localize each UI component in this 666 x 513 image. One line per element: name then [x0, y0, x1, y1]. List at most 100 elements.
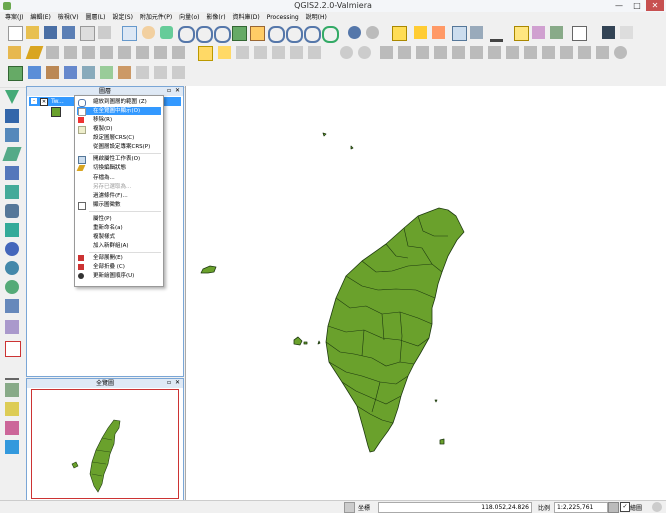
add-mssql-tool-icon[interactable] — [5, 166, 19, 180]
map-canvas[interactable] — [185, 86, 666, 500]
add-vector-layer-icon[interactable] — [28, 66, 41, 79]
reshape-icon[interactable] — [488, 46, 501, 59]
delete-part-icon[interactable] — [470, 46, 483, 59]
add-oracle-icon[interactable] — [118, 66, 131, 79]
zoom-last-icon[interactable] — [286, 26, 303, 43]
composer-manager-icon[interactable] — [98, 26, 111, 39]
print-composer-icon[interactable] — [80, 26, 95, 41]
save-as-icon[interactable] — [62, 26, 75, 39]
bookmark-icon[interactable] — [532, 26, 545, 39]
change-label-icon[interactable] — [308, 46, 321, 59]
new-temp-layer-icon[interactable] — [5, 383, 19, 397]
maximize-button[interactable]: □ — [628, 0, 646, 11]
remove-item[interactable]: 移除(R) — [77, 116, 161, 124]
split-parts-icon[interactable] — [542, 46, 555, 59]
close-button[interactable]: ✕ — [646, 0, 664, 11]
add-ring-icon[interactable] — [416, 46, 429, 59]
save-as-item[interactable]: 存檔為... — [77, 174, 161, 182]
zoom-full-icon[interactable] — [232, 26, 247, 41]
label-icon[interactable] — [198, 46, 213, 61]
add-db2-tool-icon[interactable] — [5, 204, 19, 218]
save-project-icon[interactable] — [44, 26, 57, 39]
show-in-overview-item[interactable]: 在全覽圖中顯示(O) — [77, 107, 161, 116]
render-checkbox[interactable]: ✓ — [620, 502, 630, 512]
add-feature-icon[interactable] — [64, 46, 77, 59]
add-wms-tool-icon[interactable] — [5, 223, 19, 237]
grass-tool-icon[interactable] — [5, 402, 19, 416]
add-wfs-tool-icon[interactable] — [5, 261, 19, 275]
open-project-icon[interactable] — [26, 26, 39, 39]
set-project-crs-item[interactable]: 從圖層設定專案CRS(P) — [77, 143, 161, 151]
deselect-icon[interactable] — [432, 26, 445, 39]
toggle-editing-item[interactable]: 切換編輯狀態 — [76, 164, 161, 172]
add-group-item[interactable]: 加入新群組(A) — [77, 242, 161, 250]
gps-tool-icon[interactable] — [5, 364, 19, 380]
zoom-out-icon[interactable] — [196, 26, 213, 43]
vector-tool-icon[interactable] — [5, 421, 19, 435]
rotate-point-icon[interactable] — [596, 46, 609, 59]
zoom-next-icon[interactable] — [304, 26, 321, 43]
identify-pointer-icon[interactable] — [122, 26, 137, 41]
add-part-icon[interactable] — [434, 46, 447, 59]
copy-features-icon[interactable] — [154, 46, 167, 59]
attribute-table-icon[interactable] — [452, 26, 467, 41]
zoom-in-icon[interactable] — [178, 26, 195, 43]
fill-ring-icon[interactable] — [614, 46, 627, 59]
zoom-selection-icon[interactable] — [250, 26, 265, 41]
add-delimited-text-icon[interactable] — [5, 280, 19, 294]
set-layer-crs-item[interactable]: 設定圖層CRS(C) — [77, 134, 161, 142]
move-label-icon[interactable] — [272, 46, 285, 59]
menu-edit[interactable]: 編輯(E) — [30, 12, 50, 23]
cut-features-icon[interactable] — [136, 46, 149, 59]
collapse-all-item[interactable]: 全部折疊 (C) — [77, 263, 161, 271]
zoom-to-layer-extent-item[interactable]: 縮放到圖層的範圍 (Z) — [77, 98, 161, 107]
undo-icon[interactable] — [340, 46, 353, 59]
rename-item[interactable]: 重新命名(a) — [77, 224, 161, 232]
add-wms-icon[interactable] — [136, 66, 149, 79]
expand-toggle-icon[interactable]: - — [31, 98, 37, 104]
menu-view[interactable]: 檢視(V) — [58, 12, 79, 23]
rotate-feature-icon[interactable] — [380, 46, 393, 59]
redo-icon[interactable] — [358, 46, 371, 59]
delete-ring-icon[interactable] — [452, 46, 465, 59]
refresh-icon[interactable] — [322, 26, 339, 43]
minimize-button[interactable]: — — [610, 0, 628, 11]
filter-item[interactable]: 過濾條件(F)... — [77, 192, 161, 200]
pan-hand-icon[interactable] — [142, 26, 155, 39]
panel-close-icon[interactable]: ✕ — [175, 379, 183, 387]
pin-labels-icon[interactable] — [236, 46, 249, 59]
georeferencer-icon[interactable] — [5, 440, 19, 454]
action-gear-icon[interactable] — [366, 26, 379, 39]
menu-processing[interactable]: Processing — [267, 12, 299, 23]
coordinate-field[interactable]: 118.052,24.826 — [378, 502, 532, 513]
zoom-layer-icon[interactable] — [268, 26, 285, 43]
panel-float-icon[interactable]: ▫ — [167, 379, 175, 387]
add-wcs-icon[interactable] — [154, 66, 167, 79]
properties-item[interactable]: 屬性(P) — [77, 215, 161, 223]
zoom-actual-icon[interactable] — [214, 26, 231, 43]
add-raster-tool-icon[interactable] — [5, 109, 19, 123]
add-spatialite-tool-icon[interactable] — [2, 147, 22, 161]
select-features-icon[interactable] — [392, 26, 407, 41]
visibility-checkbox[interactable]: ✕ — [40, 98, 48, 106]
menu-database[interactable]: 資料庫(D) — [232, 12, 259, 23]
identify-icon[interactable] — [348, 26, 361, 39]
add-postgis-icon[interactable] — [64, 66, 77, 79]
offset-curve-icon[interactable] — [506, 46, 519, 59]
menu-settings[interactable]: 設定(S) — [112, 12, 133, 23]
copy-style-item[interactable]: 複製樣式 — [77, 233, 161, 241]
scale-field[interactable]: 1:2,225,761 — [554, 502, 608, 513]
panel-float-icon[interactable]: ▫ — [167, 87, 175, 95]
move-feature-icon[interactable] — [82, 46, 95, 59]
menu-plugins[interactable]: 附加元件(P) — [140, 12, 172, 23]
add-mssql-icon[interactable] — [100, 66, 113, 79]
toggle-editing-icon[interactable] — [25, 46, 44, 59]
paste-features-icon[interactable] — [172, 46, 185, 59]
overview-canvas[interactable] — [31, 389, 179, 499]
coordinate-toggle-icon[interactable] — [344, 502, 355, 513]
menu-layer[interactable]: 圖層(L) — [86, 12, 106, 23]
merge-features-icon[interactable] — [560, 46, 573, 59]
tile-scale-icon[interactable] — [550, 26, 563, 39]
select-by-expression-icon[interactable] — [414, 26, 427, 39]
show-feature-count-item[interactable]: 顯示圖徵數 — [77, 201, 161, 210]
